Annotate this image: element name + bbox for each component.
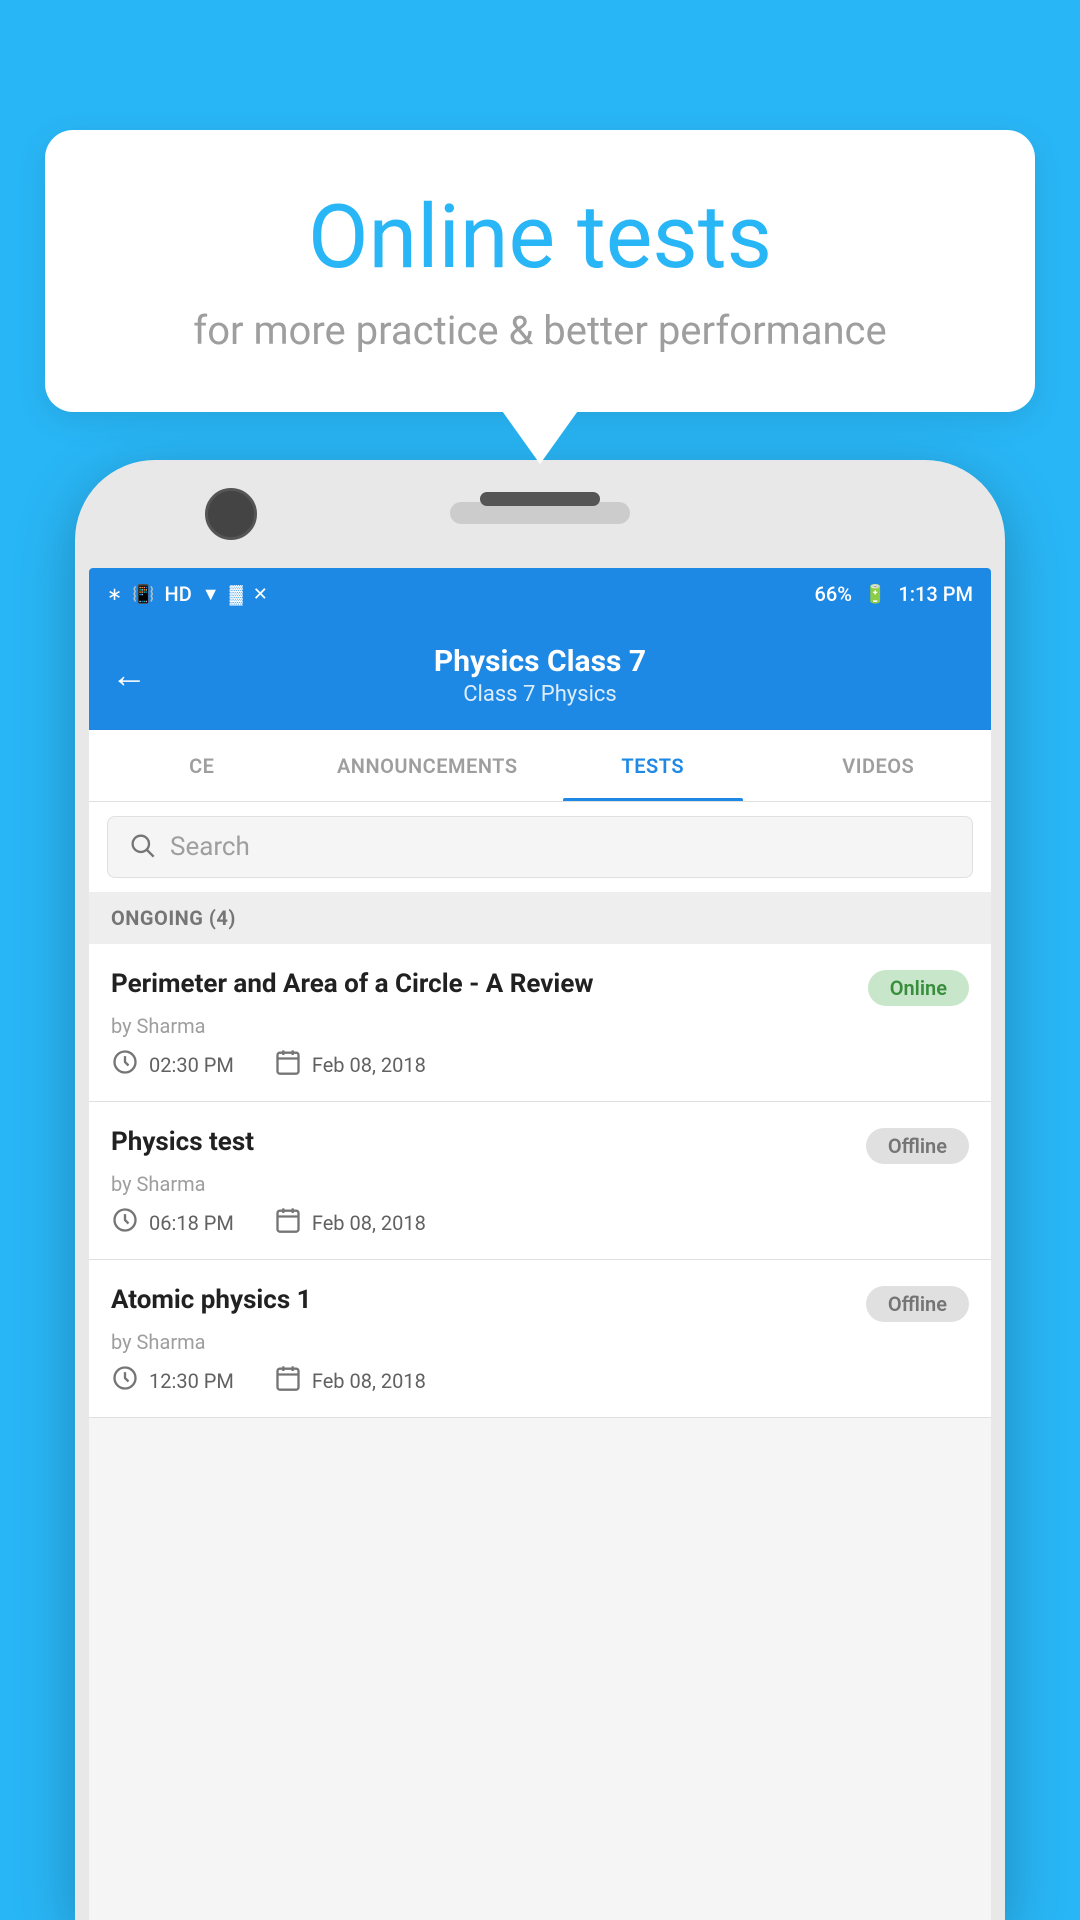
test-meta: 06:18 PM Feb 08, 2018 [111, 1206, 969, 1239]
tab-ce[interactable]: CE [89, 730, 315, 801]
tabs-container: CE ANNOUNCEMENTS TESTS VIDEOS [89, 730, 991, 802]
test-author: by Sharma [111, 1172, 969, 1196]
search-placeholder: Search [170, 832, 250, 862]
phone-frame: ∗ 📳 HD ▼ ▓ ✕ 66% 🔋 1:13 PM ← Physics Cla… [75, 460, 1005, 1920]
test-title: Atomic physics 1 [111, 1284, 866, 1318]
tooltip-card: Online tests for more practice & better … [45, 130, 1035, 412]
test-time: 12:30 PM [111, 1364, 234, 1397]
app-bar-subtitle: Class 7 Physics [463, 682, 617, 707]
test-item-header: Physics test Offline [111, 1126, 969, 1164]
phone-camera [205, 488, 257, 540]
search-bar[interactable]: Search [107, 816, 973, 878]
test-time: 02:30 PM [111, 1048, 234, 1081]
x-signal-icon: ✕ [253, 584, 268, 605]
hd-label: HD [165, 582, 192, 606]
back-button[interactable]: ← [111, 654, 147, 696]
test-item-header: Atomic physics 1 Offline [111, 1284, 969, 1322]
app-bar: ← Physics Class 7 Class 7 Physics [89, 620, 991, 730]
status-badge: Offline [866, 1128, 969, 1164]
section-header: ONGOING (4) [89, 892, 991, 944]
status-bar: ∗ 📳 HD ▼ ▓ ✕ 66% 🔋 1:13 PM [89, 568, 991, 620]
search-icon [128, 831, 156, 863]
tab-tests[interactable]: TESTS [540, 730, 766, 801]
test-item-header: Perimeter and Area of a Circle - A Revie… [111, 968, 969, 1006]
clock-icon [111, 1364, 139, 1397]
test-date: Feb 08, 2018 [274, 1206, 426, 1239]
status-bar-left: ∗ 📳 HD ▼ ▓ ✕ [103, 582, 268, 606]
wifi-icon: ▼ [202, 584, 220, 605]
vibrate-icon: 📳 [132, 584, 154, 605]
clock-icon [111, 1206, 139, 1239]
battery-icon: 🔋 [864, 584, 886, 605]
test-author: by Sharma [111, 1330, 969, 1354]
app-bar-title: Physics Class 7 [434, 644, 646, 680]
bluetooth-icon: ∗ [107, 584, 122, 605]
status-badge: Offline [866, 1286, 969, 1322]
test-item[interactable]: Physics test Offline by Sharma 06:18 PM [89, 1102, 991, 1260]
test-item[interactable]: Perimeter and Area of a Circle - A Revie… [89, 944, 991, 1102]
test-date: Feb 08, 2018 [274, 1048, 426, 1081]
test-title: Perimeter and Area of a Circle - A Revie… [111, 968, 868, 1002]
signal-icon: ▓ [230, 584, 243, 605]
calendar-icon [274, 1206, 302, 1239]
status-badge: Online [868, 970, 969, 1006]
phone-home-bar [480, 492, 600, 506]
test-title: Physics test [111, 1126, 866, 1160]
test-date: Feb 08, 2018 [274, 1364, 426, 1397]
test-time: 06:18 PM [111, 1206, 234, 1239]
search-bar-container: Search [89, 802, 991, 892]
tooltip-subtitle: for more practice & better performance [105, 305, 975, 357]
time-text: 1:13 PM [898, 582, 973, 606]
calendar-icon [274, 1364, 302, 1397]
tooltip-title: Online tests [105, 190, 975, 287]
calendar-icon [274, 1048, 302, 1081]
tab-videos[interactable]: VIDEOS [766, 730, 992, 801]
test-meta: 02:30 PM Feb 08, 2018 [111, 1048, 969, 1081]
test-item[interactable]: Atomic physics 1 Offline by Sharma 12:30… [89, 1260, 991, 1418]
battery-text: 66% [815, 582, 852, 606]
clock-icon [111, 1048, 139, 1081]
tab-announcements[interactable]: ANNOUNCEMENTS [315, 730, 541, 801]
phone-screen: ∗ 📳 HD ▼ ▓ ✕ 66% 🔋 1:13 PM ← Physics Cla… [89, 568, 991, 1920]
test-meta: 12:30 PM Feb 08, 2018 [111, 1364, 969, 1397]
test-author: by Sharma [111, 1014, 969, 1038]
